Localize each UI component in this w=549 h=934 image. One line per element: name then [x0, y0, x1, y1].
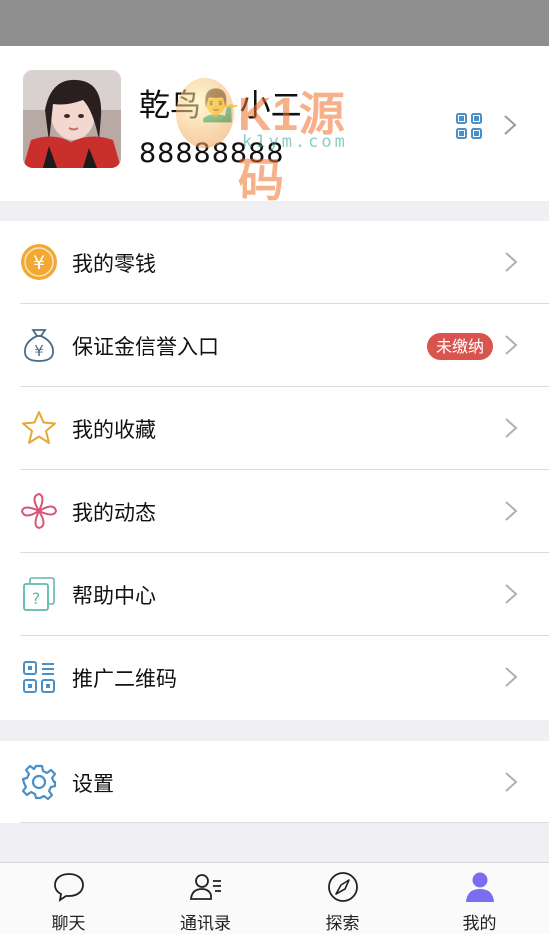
menu-group-main: ¥ 我的零钱 ¥ 保证金信誉入口 未缴纳 我的收藏 我的动态 ? 帮助中心 推广…: [0, 221, 549, 720]
menu-item-moments[interactable]: 我的动态: [0, 470, 549, 553]
svg-text:¥: ¥: [34, 342, 44, 360]
avatar[interactable]: [23, 70, 121, 168]
tab-me-label: 我的: [462, 914, 497, 934]
pinwheel-icon: [21, 493, 57, 529]
chevron-right-icon: [505, 667, 518, 687]
chevron-right-icon: [505, 501, 518, 521]
chevron-right-icon: [505, 772, 518, 792]
profile-card[interactable]: 乾鸟💁‍♂️小二 88888888 K1源码 k1ym.com: [0, 46, 549, 206]
menu-item-help[interactable]: ? 帮助中心: [0, 553, 549, 636]
compass-icon: [327, 872, 358, 902]
qrcode-icon[interactable]: [455, 112, 483, 140]
menu-item-settings[interactable]: 设置: [0, 741, 549, 823]
gear-icon: [21, 764, 57, 801]
profile-nickname: 乾鸟💁‍♂️小二: [139, 88, 302, 124]
menu-item-settings-label: 设置: [72, 772, 114, 796]
menu-item-help-label: 帮助中心: [72, 584, 156, 608]
qrcode-icon: [23, 661, 55, 693]
status-bar: [0, 0, 549, 46]
status-badge: 未缴纳: [427, 333, 494, 360]
chat-bubble-icon: [53, 873, 84, 902]
menu-item-favorites-label: 我的收藏: [72, 418, 156, 442]
tab-me[interactable]: 我的: [411, 863, 548, 934]
tab-discover-label: 探索: [325, 914, 360, 934]
tab-contacts[interactable]: 通讯录: [137, 863, 274, 934]
chevron-right-icon: [504, 115, 517, 135]
tab-contacts-label: 通讯录: [180, 914, 231, 934]
chevron-right-icon: [505, 584, 518, 604]
coin-icon: ¥: [21, 244, 57, 280]
svg-text:?: ?: [32, 589, 41, 608]
menu-item-moments-label: 我的动态: [72, 501, 156, 525]
svg-text:¥: ¥: [33, 252, 45, 274]
person-icon: [465, 872, 494, 902]
menu-group-settings: 设置: [0, 741, 549, 823]
chevron-right-icon: [505, 335, 518, 355]
tab-chat-label: 聊天: [51, 914, 86, 934]
tab-chat[interactable]: 聊天: [0, 863, 137, 934]
contacts-icon: [189, 874, 221, 900]
menu-item-deposit-label: 保证金信誉入口: [72, 335, 219, 359]
menu-item-qrcode[interactable]: 推广二维码: [0, 636, 549, 719]
profile-user-id: 88888888: [139, 138, 285, 169]
divider: [20, 822, 549, 823]
chevron-right-icon: [505, 418, 518, 438]
menu-item-qrcode-label: 推广二维码: [72, 667, 177, 691]
menu-item-favorites[interactable]: 我的收藏: [0, 387, 549, 470]
help-icon: ?: [23, 577, 55, 611]
menu-item-deposit[interactable]: ¥ 保证金信誉入口 未缴纳: [0, 304, 549, 387]
tab-discover[interactable]: 探索: [274, 863, 411, 934]
menu-item-wallet-label: 我的零钱: [72, 252, 156, 276]
bottom-tab-bar: 聊天 通讯录 探索 我的: [0, 862, 549, 934]
chevron-right-icon: [505, 252, 518, 272]
money-bag-icon: ¥: [24, 329, 54, 362]
star-icon: [22, 411, 56, 444]
menu-item-wallet[interactable]: ¥ 我的零钱: [0, 221, 549, 304]
